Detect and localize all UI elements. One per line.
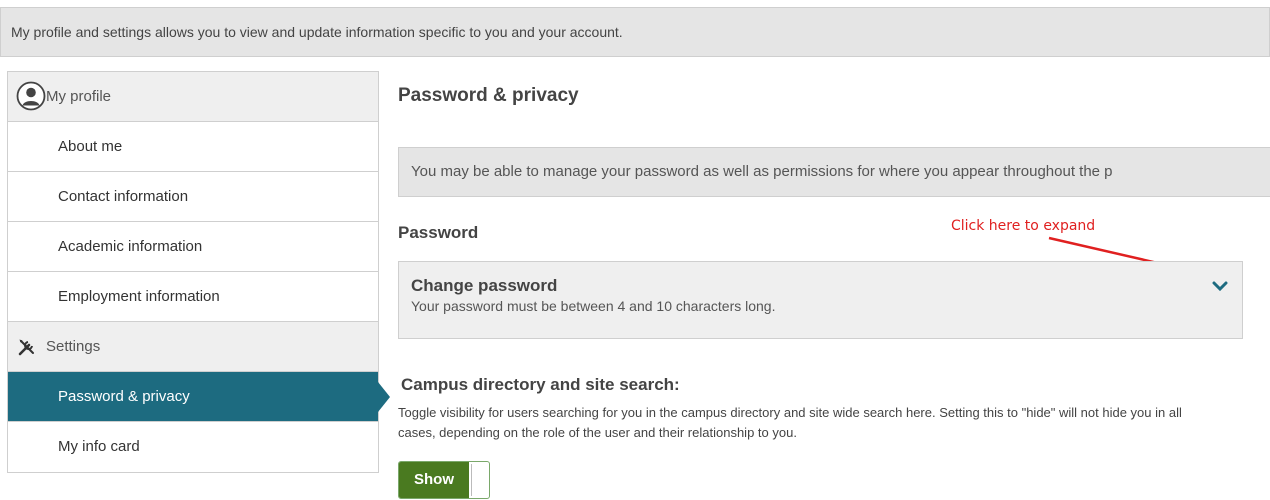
change-password-title: Change password <box>411 276 558 295</box>
directory-section-title: Campus directory and site search: <box>401 375 680 394</box>
wrench-screwdriver-icon <box>18 339 34 356</box>
sidebar-header-my-profile[interactable]: My profile <box>8 72 378 122</box>
password-section-label: Password <box>398 223 479 242</box>
sidebar-item-employment-information[interactable]: Employment information <box>8 272 378 322</box>
user-circle-icon <box>16 81 46 111</box>
change-password-panel[interactable]: Change password Your password must be be… <box>398 261 1243 339</box>
page-title: Password & privacy <box>398 85 579 106</box>
sidebar-item-label: Contact information <box>58 188 189 205</box>
info-message: You may be able to manage your password … <box>398 147 1270 197</box>
sidebar-item-academic-information[interactable]: Academic information <box>8 222 378 272</box>
visibility-toggle[interactable]: Show <box>398 461 490 499</box>
sidebar-item-label: Password & privacy <box>58 388 190 405</box>
sidebar-item-label: Academic information <box>58 238 203 255</box>
change-password-hint: Your password must be between 4 and 10 c… <box>411 298 776 314</box>
sidebar-item-label: About me <box>58 138 123 155</box>
sidebar-item-label: My info card <box>58 438 140 455</box>
sidebar-item-my-info-card[interactable]: My info card <box>8 422 378 472</box>
sidebar-item-label: Employment information <box>58 288 220 305</box>
sidebar-item-label: My profile <box>46 88 112 105</box>
sidebar-item-about-me[interactable]: About me <box>8 122 378 172</box>
chevron-down-icon[interactable] <box>1212 280 1228 292</box>
sidebar-header-settings[interactable]: Settings <box>8 322 378 372</box>
active-indicator-arrow <box>378 382 390 412</box>
sidebar-item-label: Settings <box>46 338 101 355</box>
toggle-knob <box>471 464 488 496</box>
sidebar-nav: My profile About me Contact information … <box>7 71 390 473</box>
sidebar-item-contact-information[interactable]: Contact information <box>8 172 378 222</box>
info-banner: My profile and settings allows you to vi… <box>0 7 1270 57</box>
directory-section-description: Toggle visibility for users searching fo… <box>398 405 1182 440</box>
toggle-show-label: Show <box>399 462 469 498</box>
sidebar-item-password-privacy[interactable]: Password & privacy <box>8 372 390 422</box>
